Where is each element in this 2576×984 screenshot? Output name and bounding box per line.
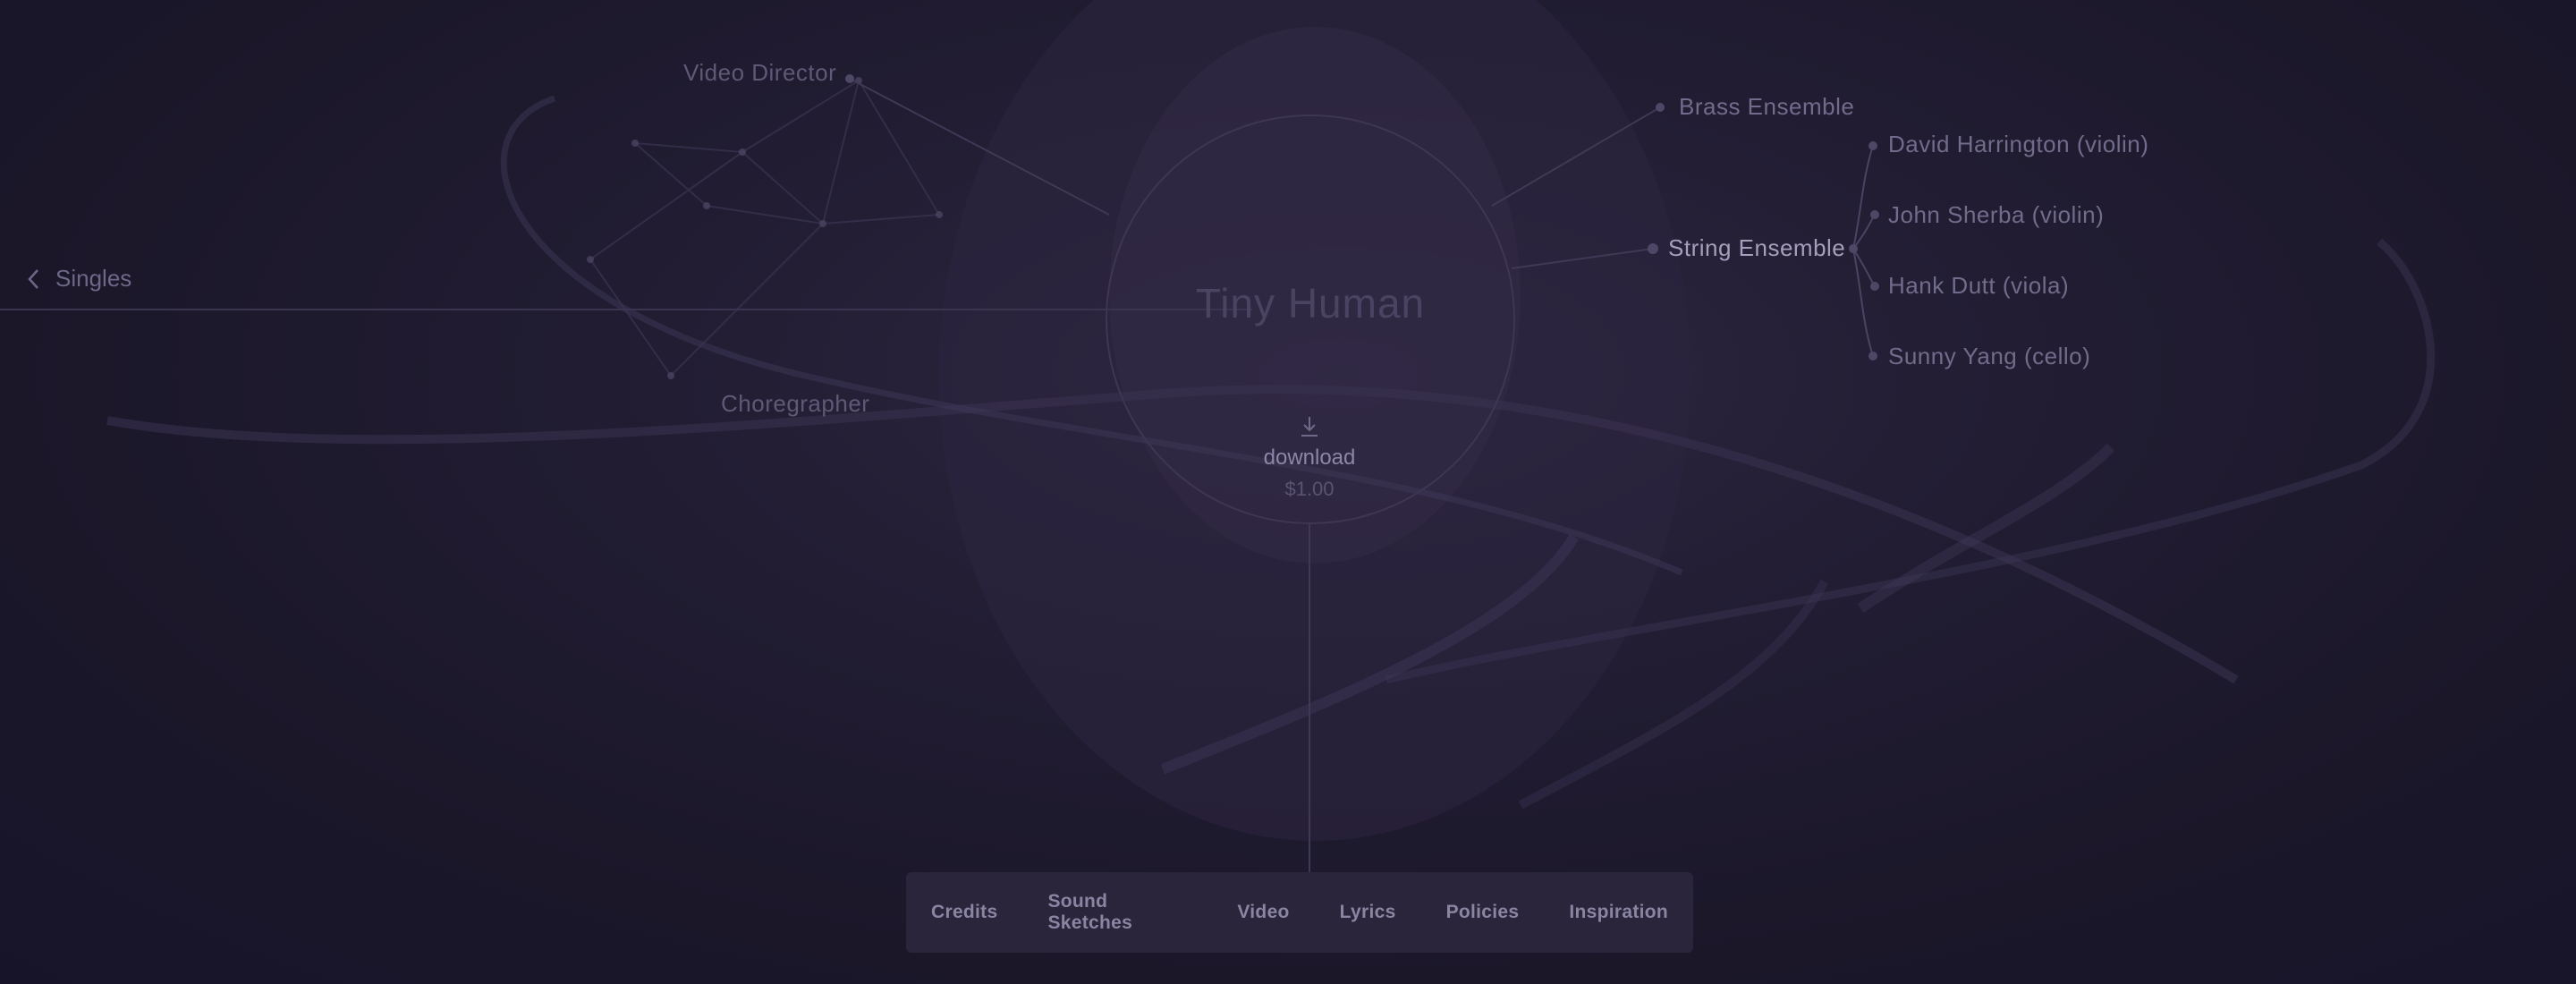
tab-lyrics[interactable]: Lyrics — [1315, 902, 1421, 923]
download-label: download — [1263, 445, 1356, 470]
credit-member[interactable]: John Sherba (violin) — [1888, 201, 2104, 229]
back-to-singles-link[interactable]: Singles — [25, 265, 131, 293]
credit-member[interactable]: Hank Dutt (viola) — [1888, 272, 2069, 300]
credit-member[interactable]: David Harrington (violin) — [1888, 131, 2148, 158]
divider-line — [0, 309, 1252, 310]
credit-member[interactable]: Sunny Yang (cello) — [1888, 343, 2090, 370]
album-stage: Singles Video Director Choregrapher Bras… — [0, 0, 2576, 984]
tab-inspiration[interactable]: Inspiration — [1544, 902, 1693, 923]
download-button[interactable]: download $1.00 — [1220, 413, 1399, 501]
tab-credits[interactable]: Credits — [906, 902, 1022, 923]
tab-sound-sketches[interactable]: Sound Sketches — [1022, 891, 1212, 934]
back-label: Singles — [55, 265, 132, 292]
download-icon — [1301, 417, 1318, 437]
credit-choregrapher[interactable]: Choregrapher — [721, 390, 869, 418]
credit-video-director[interactable]: Video Director — [683, 59, 836, 87]
song-title: Tiny Human — [1195, 280, 1426, 327]
credit-brass-ensemble[interactable]: Brass Ensemble — [1679, 93, 1854, 121]
credit-string-ensemble[interactable]: String Ensemble — [1668, 234, 1845, 262]
tab-bar: Credits Sound Sketches Video Lyrics Poli… — [906, 872, 1693, 953]
tab-policies[interactable]: Policies — [1421, 902, 1545, 923]
chevron-left-icon — [28, 268, 38, 289]
price-label: $1.00 — [1284, 478, 1335, 500]
tab-video[interactable]: Video — [1212, 902, 1314, 923]
